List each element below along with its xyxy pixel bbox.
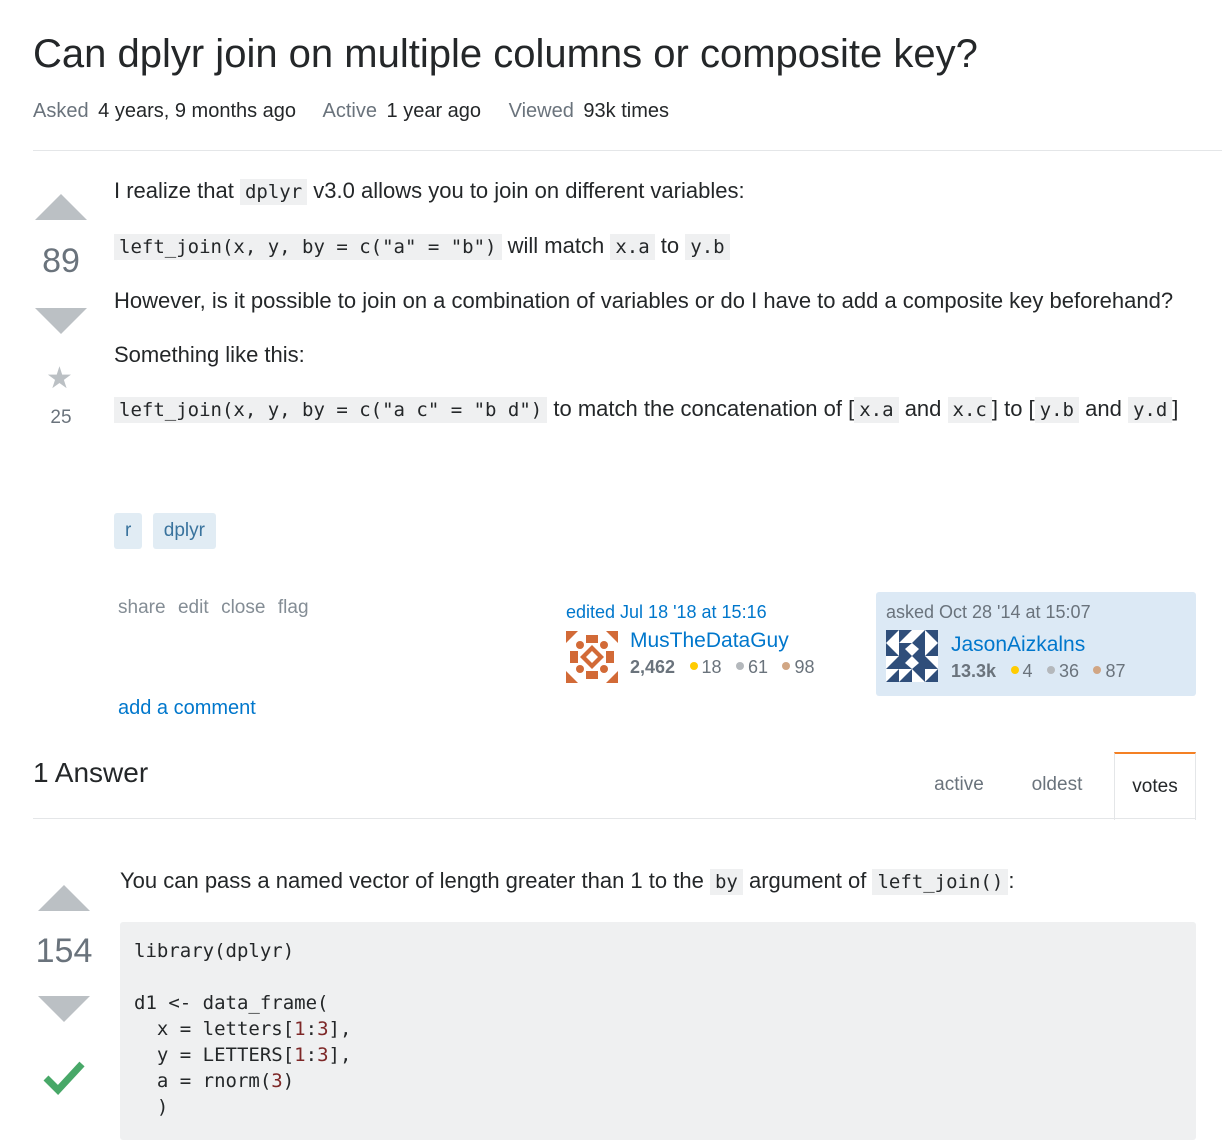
gold-count: 18 [701,657,722,677]
answer-intro: You can pass a named vector of length gr… [120,866,1200,897]
silver-badge: 36 [1046,661,1079,681]
answer-upvote-arrow-icon[interactable] [38,885,90,911]
body-text: You can pass a named vector of length gr… [120,868,704,893]
gold-badge-icon [689,662,698,671]
answers-count: 1 Answer [33,757,149,788]
upvote-arrow-icon[interactable] [35,194,87,220]
gold-count: 4 [1022,661,1033,681]
gold-badge: 4 [1010,661,1033,681]
gold-badge: 18 [689,657,722,677]
editor-rep: 2,462 [630,657,676,677]
silver-badge-icon [1046,666,1055,675]
editor-avatar[interactable] [566,631,618,683]
inline-code: y.d [1127,397,1173,423]
tab-oldest[interactable]: oldest [1012,752,1102,818]
silver-badge-icon [735,662,744,671]
active-value[interactable]: 1 year ago [387,100,482,122]
editor-card: edited Jul 18 '18 at 15:16 MusTheDataGuy… [566,602,866,685]
asked-time[interactable]: asked Oct 28 '14 at 15:07 [886,602,1091,623]
bronze-badge-icon [1093,666,1102,675]
asked-label: Asked [33,100,89,122]
answer-score: 154 [35,932,93,970]
inline-code: left_join(x, y, by = c("a" = "b") [114,234,502,260]
question-meta: Asked 4 years, 9 months ago Active 1 yea… [33,100,691,123]
tab-votes[interactable]: votes [1114,752,1196,820]
bronze-badge: 87 [1093,661,1125,681]
question-body: I realize that dplyr v3.0 allows you to … [114,176,1194,425]
owner-reputation: 13.3k 4 36 87 [951,661,1125,682]
tab-active[interactable]: active [916,752,1002,818]
inline-code: x.c [947,397,992,423]
answers-divider [33,818,1195,819]
silver-badge: 61 [735,657,769,677]
body-text: However, is it possible to join on a com… [114,288,1174,313]
code-block: library(dplyr) d1 <- data_frame( x = let… [120,922,1196,1140]
body-text: argument of [748,868,867,893]
owner-rep: 13.3k [951,661,997,681]
inline-code: x.a [854,397,899,423]
body-text: : [1008,868,1015,893]
owner-avatar[interactable] [886,630,938,682]
asked-value: 4 years, 9 months ago [98,100,297,122]
add-comment-link[interactable]: add a comment [118,697,256,720]
post-menu: share edit close flag [118,597,317,619]
body-text: and [1085,396,1122,421]
inline-code: dplyr [239,179,308,205]
body-text: and [904,396,942,421]
edit-link[interactable]: edit [178,597,209,618]
question-score: 89 [42,242,80,280]
close-link[interactable]: close [221,597,265,618]
favorite-star-icon[interactable]: ★ [46,361,73,396]
question-title[interactable]: Can dplyr join on multiple columns or co… [33,32,978,77]
tag-list: r dplyr [114,513,222,549]
editor-name[interactable]: MusTheDataGuy [630,629,789,653]
inline-code: by [709,869,743,895]
body-text: to [660,233,680,258]
code-content: library(dplyr) d1 <- data_frame( x = let… [134,940,352,1118]
favorite-count: 25 [50,407,72,428]
tag-dplyr[interactable]: dplyr [152,513,216,549]
edited-time[interactable]: edited Jul 18 '18 at 15:16 [566,602,866,623]
body-text: ] [1172,396,1179,421]
silver-count: 36 [1058,661,1079,681]
body-text: will match [507,233,605,258]
header-divider [33,150,1222,151]
answer-downvote-arrow-icon[interactable] [38,996,90,1022]
gold-badge-icon [1010,666,1019,675]
tag-r[interactable]: r [114,513,143,549]
owner-card: asked Oct 28 '14 at 15:07 JasonAizkalns … [876,592,1196,696]
inline-code: y.b [685,234,730,260]
active-label: Active [322,100,377,122]
inline-code: left_join(x, y, by = c("a c" = "b d") [114,397,548,423]
viewed-label: Viewed [508,100,574,122]
body-text: Something like this: [114,342,305,367]
flag-link[interactable]: flag [278,597,309,618]
body-text: to match the concatenation of [ [553,396,855,421]
inline-code: left_join() [872,869,1009,895]
downvote-arrow-icon[interactable] [35,308,87,334]
viewed-value: 93k times [583,100,669,122]
editor-reputation: 2,462 18 61 98 [630,657,815,678]
inline-code: y.b [1034,397,1079,423]
body-text: ] to [ [991,396,1035,421]
accepted-check-icon [43,1061,85,1096]
inline-code: x.a [610,234,655,260]
owner-name[interactable]: JasonAizkalns [951,633,1085,657]
body-text: I realize that [114,178,234,203]
bronze-count: 98 [794,657,815,677]
silver-count: 61 [747,657,769,677]
share-link[interactable]: share [118,597,166,618]
bronze-count: 87 [1105,661,1126,681]
bronze-badge: 98 [782,657,815,677]
body-text: v3.0 allows you to join on different var… [313,178,745,203]
bronze-badge-icon [782,662,791,671]
